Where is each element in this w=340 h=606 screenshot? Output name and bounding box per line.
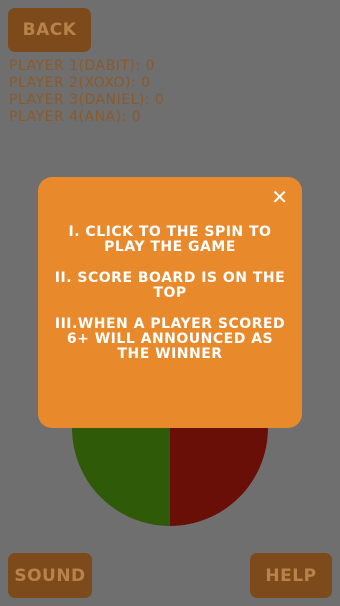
instruction-item: III.WHEN A PLAYER SCORED 6+ WILL ANNOUNC… — [54, 316, 286, 362]
instruction-item: I. CLICK TO THE SPIN TO PLAY THE GAME — [68, 224, 272, 255]
instructions-modal: ✕ I. CLICK TO THE SPIN TO PLAY THE GAME … — [38, 177, 302, 428]
close-icon[interactable]: ✕ — [271, 187, 288, 207]
back-button[interactable]: BACK — [8, 8, 91, 52]
wheel-segment-red — [170, 428, 268, 526]
instruction-item: II. SCORE BOARD IS ON THE TOP — [54, 270, 286, 301]
wheel-segment-green — [72, 428, 170, 526]
instructions-text: I. CLICK TO THE SPIN TO PLAY THE GAME II… — [52, 225, 288, 378]
scoreboard: PLAYER 1(DABIT): 0 PLAYER 2(XOXO): 0 PLA… — [9, 58, 164, 126]
sound-button[interactable]: SOUND — [8, 553, 92, 598]
scoreboard-player-1: PLAYER 1(DABIT): 0 — [9, 58, 155, 74]
scoreboard-player-3: PLAYER 3(DANIEL): 0 — [9, 92, 165, 108]
help-button[interactable]: HELP — [250, 553, 332, 598]
scoreboard-player-4: PLAYER 4(ANA): 0 — [9, 109, 142, 125]
scoreboard-player-2: PLAYER 2(XOXO): 0 — [9, 75, 151, 91]
